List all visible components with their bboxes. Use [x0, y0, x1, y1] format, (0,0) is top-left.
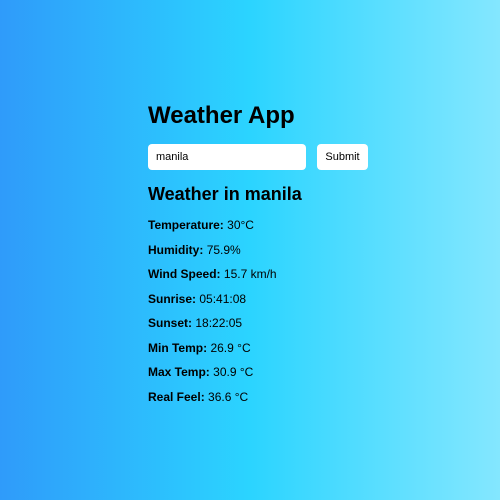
weather-app: Weather App Submit Weather in manila Tem… [148, 100, 388, 409]
stat-max-temp: Max Temp: 30.9 °C [148, 360, 388, 385]
stat-sunrise: Sunrise: 05:41:08 [148, 287, 388, 312]
stat-label: Max Temp: [148, 365, 210, 379]
page-title: Weather App [148, 102, 295, 129]
stat-label: Temperature: [148, 218, 224, 232]
stat-value: 36.6 °C [208, 389, 249, 404]
stat-value: 05:41:08 [199, 291, 247, 306]
stat-value: 26.9 °C [210, 340, 251, 355]
stat-temperature: Temperature: 30°C [148, 213, 388, 238]
stat-label: Min Temp: [148, 340, 208, 355]
stat-label: Real Feel: [148, 389, 205, 404]
submit-button[interactable]: Submit [317, 144, 368, 170]
weather-heading: Weather in manila [148, 184, 302, 204]
stat-label: Humidity: [148, 242, 204, 257]
stat-humidity: Humidity: 75.9% [148, 238, 388, 263]
city-input[interactable] [148, 144, 306, 170]
stat-real-feel: Real Feel: 36.6 °C [148, 385, 388, 410]
stat-value: 30°C [227, 218, 254, 232]
stat-label: Sunrise: [148, 291, 197, 306]
stat-value: 30.9 °C [213, 365, 254, 379]
weather-stats: Temperature: 30°C Humidity: 75.9% Wind S… [148, 213, 388, 409]
stat-sunset: Sunset: 18:22:05 [148, 311, 388, 336]
stat-value: 75.9% [206, 242, 241, 257]
stat-label: Wind Speed: [148, 267, 221, 281]
stat-value: 15.7 km/h [223, 267, 277, 281]
search-form: Submit [148, 144, 388, 170]
stat-value: 18:22:05 [195, 316, 243, 330]
stat-min-temp: Min Temp: 26.9 °C [148, 336, 388, 361]
stat-wind-speed: Wind Speed: 15.7 km/h [148, 262, 388, 287]
stat-label: Sunset: [148, 316, 193, 330]
